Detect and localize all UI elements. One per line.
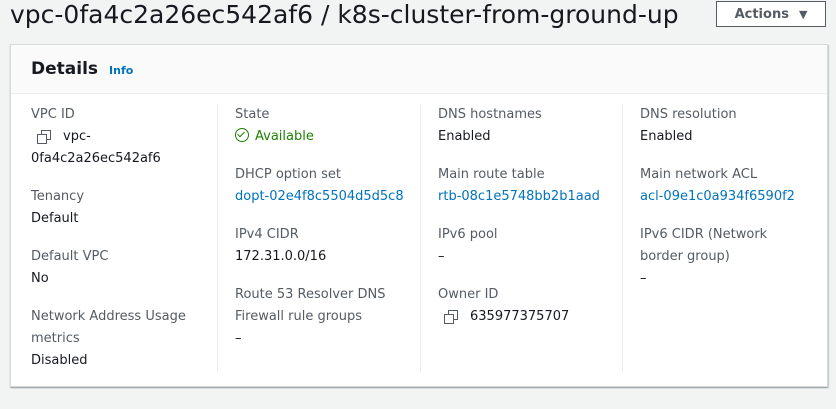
copy-icon[interactable] xyxy=(37,129,51,144)
ipv6-cidr-label-line2: border group) xyxy=(640,249,730,264)
status-available-icon xyxy=(235,128,249,142)
main-acl-field: Main network ACL acl-09e1c0a934f6590f2 xyxy=(640,164,828,208)
vpc-id-value-line2: 0fa4c2a26ec542af6 xyxy=(31,151,161,166)
default-vpc-field: Default VPC No xyxy=(31,246,218,290)
main-acl-link[interactable]: acl-09e1c0a934f6590f2 xyxy=(640,186,828,208)
details-columns: VPC ID vpc- 0fa4c2a26ec542af6 Tenancy De… xyxy=(11,104,827,372)
main-route-table-link[interactable]: rtb-08c1e5748bb2b1aad xyxy=(438,186,623,208)
vpc-id-field: VPC ID vpc- 0fa4c2a26ec542af6 xyxy=(31,104,218,170)
details-panel: Details Info VPC ID vpc- 0fa4c2a26ec542a… xyxy=(10,44,828,387)
nau-metrics-label-line2: metrics xyxy=(31,331,80,346)
ipv6-cidr-label-line1: IPv6 CIDR (Network xyxy=(640,227,768,242)
dns-hostnames-field: DNS hostnames Enabled xyxy=(438,104,623,148)
ipv6-pool-value: – xyxy=(438,249,445,264)
tenancy-field: Tenancy Default xyxy=(31,186,218,230)
state-label: State xyxy=(235,107,270,122)
tenancy-value: Default xyxy=(31,211,79,226)
owner-id-text: 635977375707 xyxy=(470,309,570,324)
dhcp-field: DHCP option set dopt-02e4f8c5504d5d5c8 xyxy=(235,164,437,208)
vpc-id-label: VPC ID xyxy=(31,107,75,122)
details-column-2: State Available DHCP option set dopt-02e… xyxy=(217,104,437,372)
default-vpc-label: Default VPC xyxy=(31,249,109,264)
dns-hostnames-label: DNS hostnames xyxy=(438,107,542,122)
ipv6-cidr-field: IPv6 CIDR (Network border group) – xyxy=(640,224,828,290)
state-value-text: Available xyxy=(255,129,314,144)
dhcp-label: DHCP option set xyxy=(235,167,341,182)
info-link[interactable]: Info xyxy=(109,64,133,77)
owner-id-field: Owner ID 635977375707 xyxy=(438,284,623,328)
dns-resolution-value: Enabled xyxy=(640,129,693,144)
actions-button-label: Actions xyxy=(734,6,789,22)
ipv4-cidr-field: IPv4 CIDR 172.31.0.0/16 xyxy=(235,224,437,268)
ipv6-pool-field: IPv6 pool – xyxy=(438,224,623,268)
details-header: Details Info xyxy=(11,45,827,94)
tenancy-label: Tenancy xyxy=(31,189,85,204)
page-title: vpc-0fa4c2a26ec542af6 / k8s-cluster-from… xyxy=(10,0,679,29)
main-route-table-label: Main route table xyxy=(438,167,545,182)
vpc-id-value: vpc- xyxy=(31,126,218,148)
route53-value: – xyxy=(235,331,242,346)
nau-metrics-label-line1: Network Address Usage xyxy=(31,309,186,324)
ipv6-cidr-value: – xyxy=(640,271,647,286)
route53-field: Route 53 Resolver DNS Firewall rule grou… xyxy=(235,284,437,350)
vpc-id-value-line1: vpc- xyxy=(63,129,91,144)
copy-icon[interactable] xyxy=(444,309,458,324)
route53-label-line1: Route 53 Resolver DNS xyxy=(235,287,386,302)
nau-metrics-value: Disabled xyxy=(31,353,88,368)
state-field: State Available xyxy=(235,104,437,148)
dns-hostnames-value: Enabled xyxy=(438,129,491,144)
default-vpc-value: No xyxy=(31,271,49,286)
actions-button[interactable]: Actions ▼ xyxy=(716,1,826,27)
dns-resolution-label: DNS resolution xyxy=(640,107,737,122)
main-route-table-field: Main route table rtb-08c1e5748bb2b1aad xyxy=(438,164,623,208)
caret-down-icon: ▼ xyxy=(798,7,808,21)
ipv4-cidr-label: IPv4 CIDR xyxy=(235,227,299,242)
main-acl-label: Main network ACL xyxy=(640,167,758,182)
route53-label-line2: Firewall rule groups xyxy=(235,309,363,324)
details-column-1: VPC ID vpc- 0fa4c2a26ec542af6 Tenancy De… xyxy=(31,104,218,372)
details-column-4: DNS resolution Enabled Main network ACL … xyxy=(622,104,828,372)
ipv4-cidr-value: 172.31.0.0/16 xyxy=(235,249,327,264)
owner-id-value: 635977375707 xyxy=(438,306,623,328)
nau-metrics-field: Network Address Usage metrics Disabled xyxy=(31,306,218,372)
ipv6-pool-label: IPv6 pool xyxy=(438,227,498,242)
details-title: Details xyxy=(31,59,99,79)
state-value: Available xyxy=(235,126,437,148)
dhcp-link[interactable]: dopt-02e4f8c5504d5d5c8 xyxy=(235,186,437,208)
details-column-3: DNS hostnames Enabled Main route table r… xyxy=(420,104,623,372)
owner-id-label: Owner ID xyxy=(438,287,499,302)
dns-resolution-field: DNS resolution Enabled xyxy=(640,104,828,148)
